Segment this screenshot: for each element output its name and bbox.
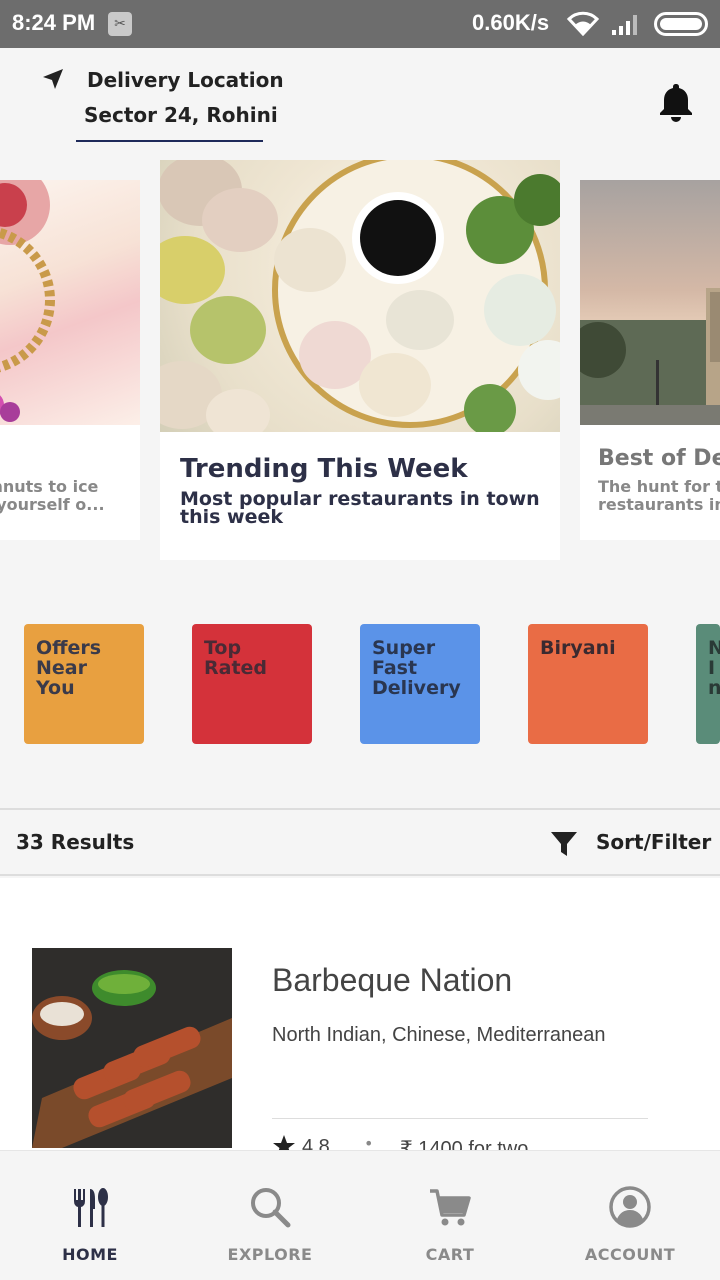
- battery-icon: [654, 12, 708, 36]
- nav-account[interactable]: ACCOUNT: [540, 1151, 720, 1280]
- sort-filter-button[interactable]: Sort/Filter: [596, 830, 711, 854]
- nav-cart[interactable]: CART: [360, 1151, 540, 1280]
- filter-icon[interactable]: [550, 830, 578, 858]
- category-partial[interactable]: N In: [696, 624, 720, 744]
- network-speed: 0.60K/s: [472, 10, 550, 35]
- category-offers-near-you[interactable]: Offers Near You: [24, 624, 144, 744]
- results-bar: 33 Results Sort/Filter: [0, 808, 720, 876]
- cutlery-icon: [74, 1188, 108, 1227]
- nav-explore[interactable]: EXPLORE: [180, 1151, 360, 1280]
- collection-title-right: Best of De: [598, 446, 720, 471]
- delivery-location-selector[interactable]: Sector 24, Rohini: [84, 103, 278, 127]
- notification-app-icon: ✂: [108, 12, 132, 36]
- bottom-navigation: HOME EXPLORE CART ACCOUNT: [0, 1150, 720, 1280]
- status-time: 8:24 PM: [12, 10, 96, 35]
- app-screen: 8:24 PM ✂ 0.60K/s Delivery Location Sect…: [0, 0, 720, 1280]
- category-tiles: Offers Near You Top Rated Super Fast Del…: [0, 624, 720, 744]
- collections-carousel[interactable]: ghnuts to ice k yourself o...: [0, 160, 720, 560]
- collection-subtitle-trending: Most popular restaurants in town this we…: [180, 488, 540, 528]
- collection-card-left[interactable]: ghnuts to ice k yourself o...: [0, 180, 140, 540]
- delivery-location-label: Delivery Location: [87, 68, 284, 92]
- restaurant-divider: [272, 1118, 648, 1119]
- status-bar: 8:24 PM ✂ 0.60K/s: [0, 0, 720, 48]
- category-biryani[interactable]: Biryani: [528, 624, 648, 744]
- location-underline: [76, 140, 263, 142]
- nav-cart-label: CART: [425, 1245, 475, 1264]
- collection-image-city: [580, 180, 720, 425]
- collection-title-trending: Trending This Week: [180, 454, 468, 484]
- search-icon: [251, 1188, 291, 1228]
- category-top-rated[interactable]: Top Rated: [192, 624, 312, 744]
- collection-image-desserts: [0, 180, 140, 425]
- nav-home[interactable]: HOME: [0, 1151, 180, 1280]
- wifi-icon: [566, 11, 600, 36]
- category-super-fast-delivery[interactable]: Super Fast Delivery: [360, 624, 480, 744]
- restaurant-image[interactable]: [32, 948, 232, 1148]
- navigation-arrow-icon: [43, 69, 63, 89]
- restaurant-name[interactable]: Barbeque Nation: [272, 962, 512, 999]
- cart-icon: [430, 1189, 471, 1226]
- collection-subtitle-left: ghnuts to ice k yourself o...: [0, 477, 105, 514]
- collection-subtitle-right: The hunt for t restaurants in: [598, 477, 720, 514]
- notification-bell-icon[interactable]: [658, 82, 694, 122]
- nav-explore-label: EXPLORE: [227, 1245, 313, 1264]
- account-icon: [609, 1186, 651, 1228]
- restaurant-list: Barbeque Nation North Indian, Chinese, M…: [0, 878, 720, 1160]
- collection-image-macarons: [160, 160, 560, 441]
- collection-card-right[interactable]: Best of De The hunt for t restaurants in: [580, 180, 720, 540]
- collection-card-trending[interactable]: Trending This Week Most popular restaura…: [160, 160, 560, 560]
- nav-home-label: HOME: [62, 1245, 118, 1264]
- results-count: 33 Results: [16, 830, 135, 854]
- nav-account-label: ACCOUNT: [584, 1245, 676, 1264]
- signal-icon: [612, 15, 637, 35]
- restaurant-cuisine: North Indian, Chinese, Mediterranean: [272, 1024, 606, 1046]
- header: Delivery Location Sector 24, Rohini: [0, 48, 720, 158]
